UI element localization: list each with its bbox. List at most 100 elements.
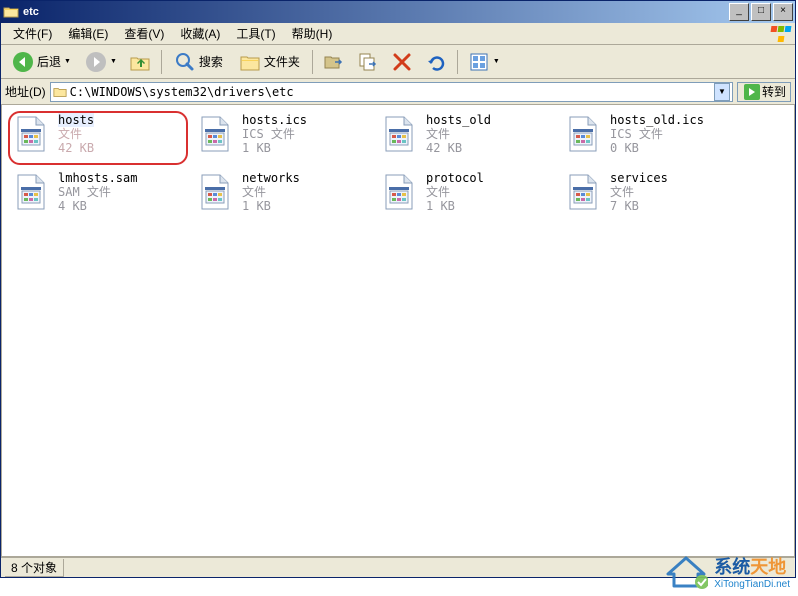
folders-button[interactable]: 文件夹 — [232, 48, 307, 76]
close-button[interactable]: × — [773, 3, 793, 21]
file-name: hosts — [58, 113, 94, 127]
file-item[interactable]: hosts.ics ICS 文件 1 KB — [192, 111, 372, 165]
file-item[interactable]: networks 文件 1 KB — [192, 169, 372, 223]
chevron-down-icon: ▼ — [110, 58, 117, 65]
file-info: protocol 文件 1 KB — [426, 171, 484, 221]
back-arrow-icon — [12, 51, 34, 73]
file-icon — [562, 113, 604, 155]
file-name: protocol — [426, 171, 484, 185]
menu-tools[interactable]: 工具(T) — [228, 23, 283, 44]
delete-button[interactable] — [386, 48, 418, 76]
file-info: hosts 文件 42 KB — [58, 113, 94, 163]
file-size: 0 KB — [610, 141, 704, 155]
file-type: ICS 文件 — [242, 127, 307, 141]
separator — [161, 50, 162, 74]
go-button[interactable]: 转到 — [737, 82, 791, 102]
move-to-icon — [323, 51, 345, 73]
address-dropdown-button[interactable]: ▼ — [714, 83, 730, 101]
file-name: networks — [242, 171, 300, 185]
file-item[interactable]: hosts_old.ics ICS 文件 0 KB — [560, 111, 740, 165]
separator — [457, 50, 458, 74]
explorer-window: etc _ □ × 文件(F) 编辑(E) 查看(V) 收藏(A) 工具(T) … — [0, 0, 796, 578]
file-item[interactable]: protocol 文件 1 KB — [376, 169, 556, 223]
address-label: 地址(D) — [5, 83, 46, 100]
address-bar: 地址(D) ▼ 转到 — [1, 79, 795, 105]
file-icon — [562, 171, 604, 213]
toolbar: 后退 ▼ ▼ 搜索 文件夹 — [1, 45, 795, 79]
file-info: services 文件 7 KB — [610, 171, 668, 221]
delete-x-icon — [391, 51, 413, 73]
forward-button[interactable]: ▼ — [80, 48, 122, 76]
file-item[interactable]: hosts_old 文件 42 KB — [376, 111, 556, 165]
folder-up-icon — [129, 51, 151, 73]
file-type: SAM 文件 — [58, 185, 137, 199]
menu-file[interactable]: 文件(F) — [5, 23, 60, 44]
folders-icon — [239, 51, 261, 73]
file-name: hosts.ics — [242, 113, 307, 127]
undo-button[interactable] — [420, 48, 452, 76]
search-button[interactable]: 搜索 — [167, 48, 230, 76]
titlebar-folder-icon — [3, 4, 19, 20]
menu-edit[interactable]: 编辑(E) — [60, 23, 116, 44]
file-info: hosts.ics ICS 文件 1 KB — [242, 113, 307, 163]
copy-to-button[interactable] — [352, 48, 384, 76]
file-icon — [378, 113, 420, 155]
file-name: hosts_old — [426, 113, 491, 127]
menu-bar: 文件(F) 编辑(E) 查看(V) 收藏(A) 工具(T) 帮助(H) — [1, 23, 795, 45]
folders-label: 文件夹 — [264, 53, 300, 70]
menu-help[interactable]: 帮助(H) — [284, 23, 341, 44]
file-item[interactable]: services 文件 7 KB — [560, 169, 740, 223]
file-icon — [10, 171, 52, 213]
separator — [312, 50, 313, 74]
file-icon — [10, 113, 52, 155]
menu-favorites[interactable]: 收藏(A) — [172, 23, 228, 44]
file-icon — [194, 113, 236, 155]
file-item[interactable]: lmhosts.sam SAM 文件 4 KB — [8, 169, 188, 223]
move-to-button[interactable] — [318, 48, 350, 76]
file-size: 1 KB — [426, 199, 484, 213]
file-type: ICS 文件 — [610, 127, 704, 141]
views-icon — [468, 51, 490, 73]
minimize-button[interactable]: _ — [729, 3, 749, 21]
file-size: 1 KB — [242, 141, 307, 155]
file-size: 42 KB — [426, 141, 491, 155]
file-type: 文件 — [426, 185, 484, 199]
maximize-button[interactable]: □ — [751, 3, 771, 21]
file-type: 文件 — [426, 127, 491, 141]
chevron-down-icon: ▼ — [64, 58, 71, 65]
status-object-count: 8 个对象 — [5, 559, 64, 577]
file-size: 42 KB — [58, 141, 94, 155]
watermark-url: XiTongTianDi.net — [714, 579, 790, 590]
file-info: networks 文件 1 KB — [242, 171, 300, 221]
file-icon — [194, 171, 236, 213]
watermark-house-icon — [664, 554, 708, 590]
file-name: services — [610, 171, 668, 185]
menu-view[interactable]: 查看(V) — [116, 23, 172, 44]
file-name: hosts_old.ics — [610, 113, 704, 127]
titlebar[interactable]: etc _ □ × — [1, 1, 795, 23]
file-info: lmhosts.sam SAM 文件 4 KB — [58, 171, 137, 221]
file-size: 1 KB — [242, 199, 300, 213]
file-item[interactable]: hosts 文件 42 KB — [8, 111, 188, 165]
file-type: 文件 — [610, 185, 668, 199]
windows-logo-icon — [769, 24, 793, 44]
go-label: 转到 — [762, 83, 786, 100]
undo-icon — [425, 51, 447, 73]
file-name: lmhosts.sam — [58, 171, 137, 185]
watermark-title: 系统天地 — [714, 553, 790, 579]
address-input[interactable] — [70, 85, 714, 99]
watermark: 系统天地 XiTongTianDi.net — [664, 553, 790, 590]
address-combo[interactable]: ▼ — [50, 82, 733, 102]
up-button[interactable] — [124, 48, 156, 76]
file-type: 文件 — [242, 185, 300, 199]
file-size: 7 KB — [610, 199, 668, 213]
chevron-down-icon: ▼ — [493, 58, 500, 65]
file-info: hosts_old 文件 42 KB — [426, 113, 491, 163]
back-label: 后退 — [37, 53, 61, 70]
search-icon — [174, 51, 196, 73]
file-size: 4 KB — [58, 199, 137, 213]
file-list-pane[interactable]: hosts 文件 42 KB hosts.ics ICS 文件 1 KB hos… — [1, 105, 795, 557]
views-button[interactable]: ▼ — [463, 48, 505, 76]
file-icon — [378, 171, 420, 213]
back-button[interactable]: 后退 ▼ — [5, 48, 78, 76]
